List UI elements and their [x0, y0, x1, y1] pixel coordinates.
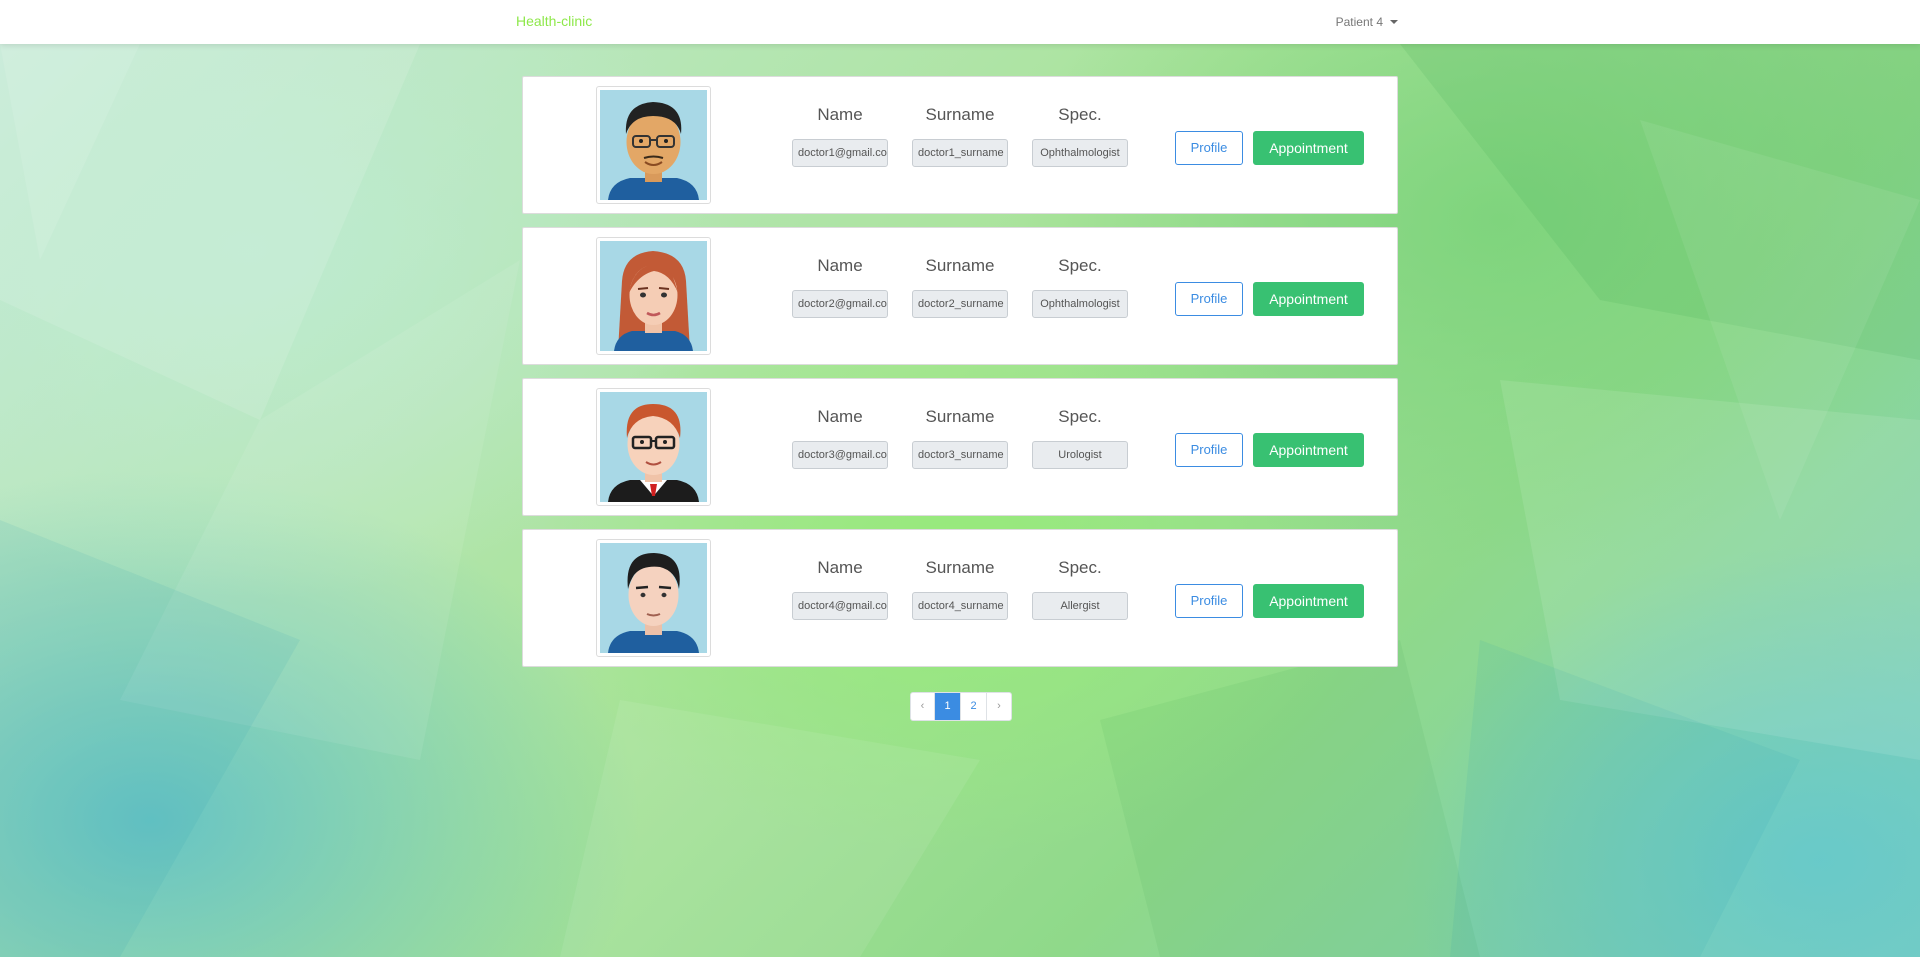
caret-down-icon	[1390, 20, 1398, 24]
male-glasses-avatar-icon	[600, 90, 707, 200]
doctor-card: Name doctor1@gmail.com Surname doctor1_s…	[522, 76, 1398, 214]
surname-field: doctor3_surname	[912, 441, 1008, 469]
brand-link[interactable]: Health-clinic	[516, 13, 592, 29]
name-field: doctor4@gmail.com	[792, 592, 888, 620]
spec-field: Allergist	[1032, 592, 1128, 620]
user-menu-dropdown[interactable]: Patient 4	[1336, 15, 1398, 29]
doctor-card: Name doctor2@gmail.com Surname doctor2_s…	[522, 227, 1398, 365]
spec-field: Urologist	[1032, 441, 1128, 469]
name-field: doctor3@gmail.com	[792, 441, 888, 469]
name-label: Name	[817, 407, 863, 426]
doctor-card: Name doctor3@gmail.com Surname doctor3_s…	[522, 378, 1398, 516]
spec-label: Spec.	[1058, 558, 1102, 577]
profile-button[interactable]: Profile	[1175, 282, 1243, 316]
doctor-avatar	[596, 237, 711, 355]
surname-field: doctor1_surname	[912, 139, 1008, 167]
spec-field: Ophthalmologist	[1032, 290, 1128, 318]
surname-field: doctor4_surname	[912, 592, 1008, 620]
surname-label: Surname	[925, 558, 995, 577]
profile-button[interactable]: Profile	[1175, 433, 1243, 467]
appointment-button[interactable]: Appointment	[1253, 584, 1364, 618]
appointment-button[interactable]: Appointment	[1253, 131, 1364, 165]
pagination-page-2[interactable]: 2	[961, 693, 987, 720]
navbar: Health-clinic Patient 4	[0, 0, 1920, 44]
surname-field: doctor2_surname	[912, 290, 1008, 318]
female-avatar-icon	[600, 241, 707, 351]
user-menu-label: Patient 4	[1335, 15, 1383, 29]
doctor-avatar	[596, 86, 711, 204]
spec-field: Ophthalmologist	[1032, 139, 1128, 167]
profile-button[interactable]: Profile	[1175, 584, 1243, 618]
male-avatar-icon	[600, 543, 707, 653]
appointment-button[interactable]: Appointment	[1253, 433, 1364, 467]
name-label: Name	[817, 105, 863, 124]
pagination-page-1[interactable]: 1	[935, 693, 961, 720]
name-label: Name	[817, 256, 863, 275]
spec-label: Spec.	[1058, 407, 1102, 426]
spec-label: Spec.	[1058, 105, 1102, 124]
pagination-next-button[interactable]: ›	[987, 693, 1011, 720]
pagination-prev-button[interactable]: ‹	[911, 693, 935, 720]
appointment-button[interactable]: Appointment	[1253, 282, 1364, 316]
male-redhair-glasses-avatar-icon	[600, 392, 707, 502]
name-field: doctor1@gmail.com	[792, 139, 888, 167]
doctor-avatar	[596, 388, 711, 506]
profile-button[interactable]: Profile	[1175, 131, 1243, 165]
pagination: ‹ 1 2 ›	[910, 692, 1012, 721]
surname-label: Surname	[925, 105, 995, 124]
name-label: Name	[817, 558, 863, 577]
surname-label: Surname	[925, 407, 995, 426]
doctor-list: Name doctor1@gmail.com Surname doctor1_s…	[522, 76, 1398, 680]
name-field: doctor2@gmail.com	[792, 290, 888, 318]
doctor-avatar	[596, 539, 711, 657]
spec-label: Spec.	[1058, 256, 1102, 275]
surname-label: Surname	[925, 256, 995, 275]
doctor-card: Name doctor4@gmail.com Surname doctor4_s…	[522, 529, 1398, 667]
